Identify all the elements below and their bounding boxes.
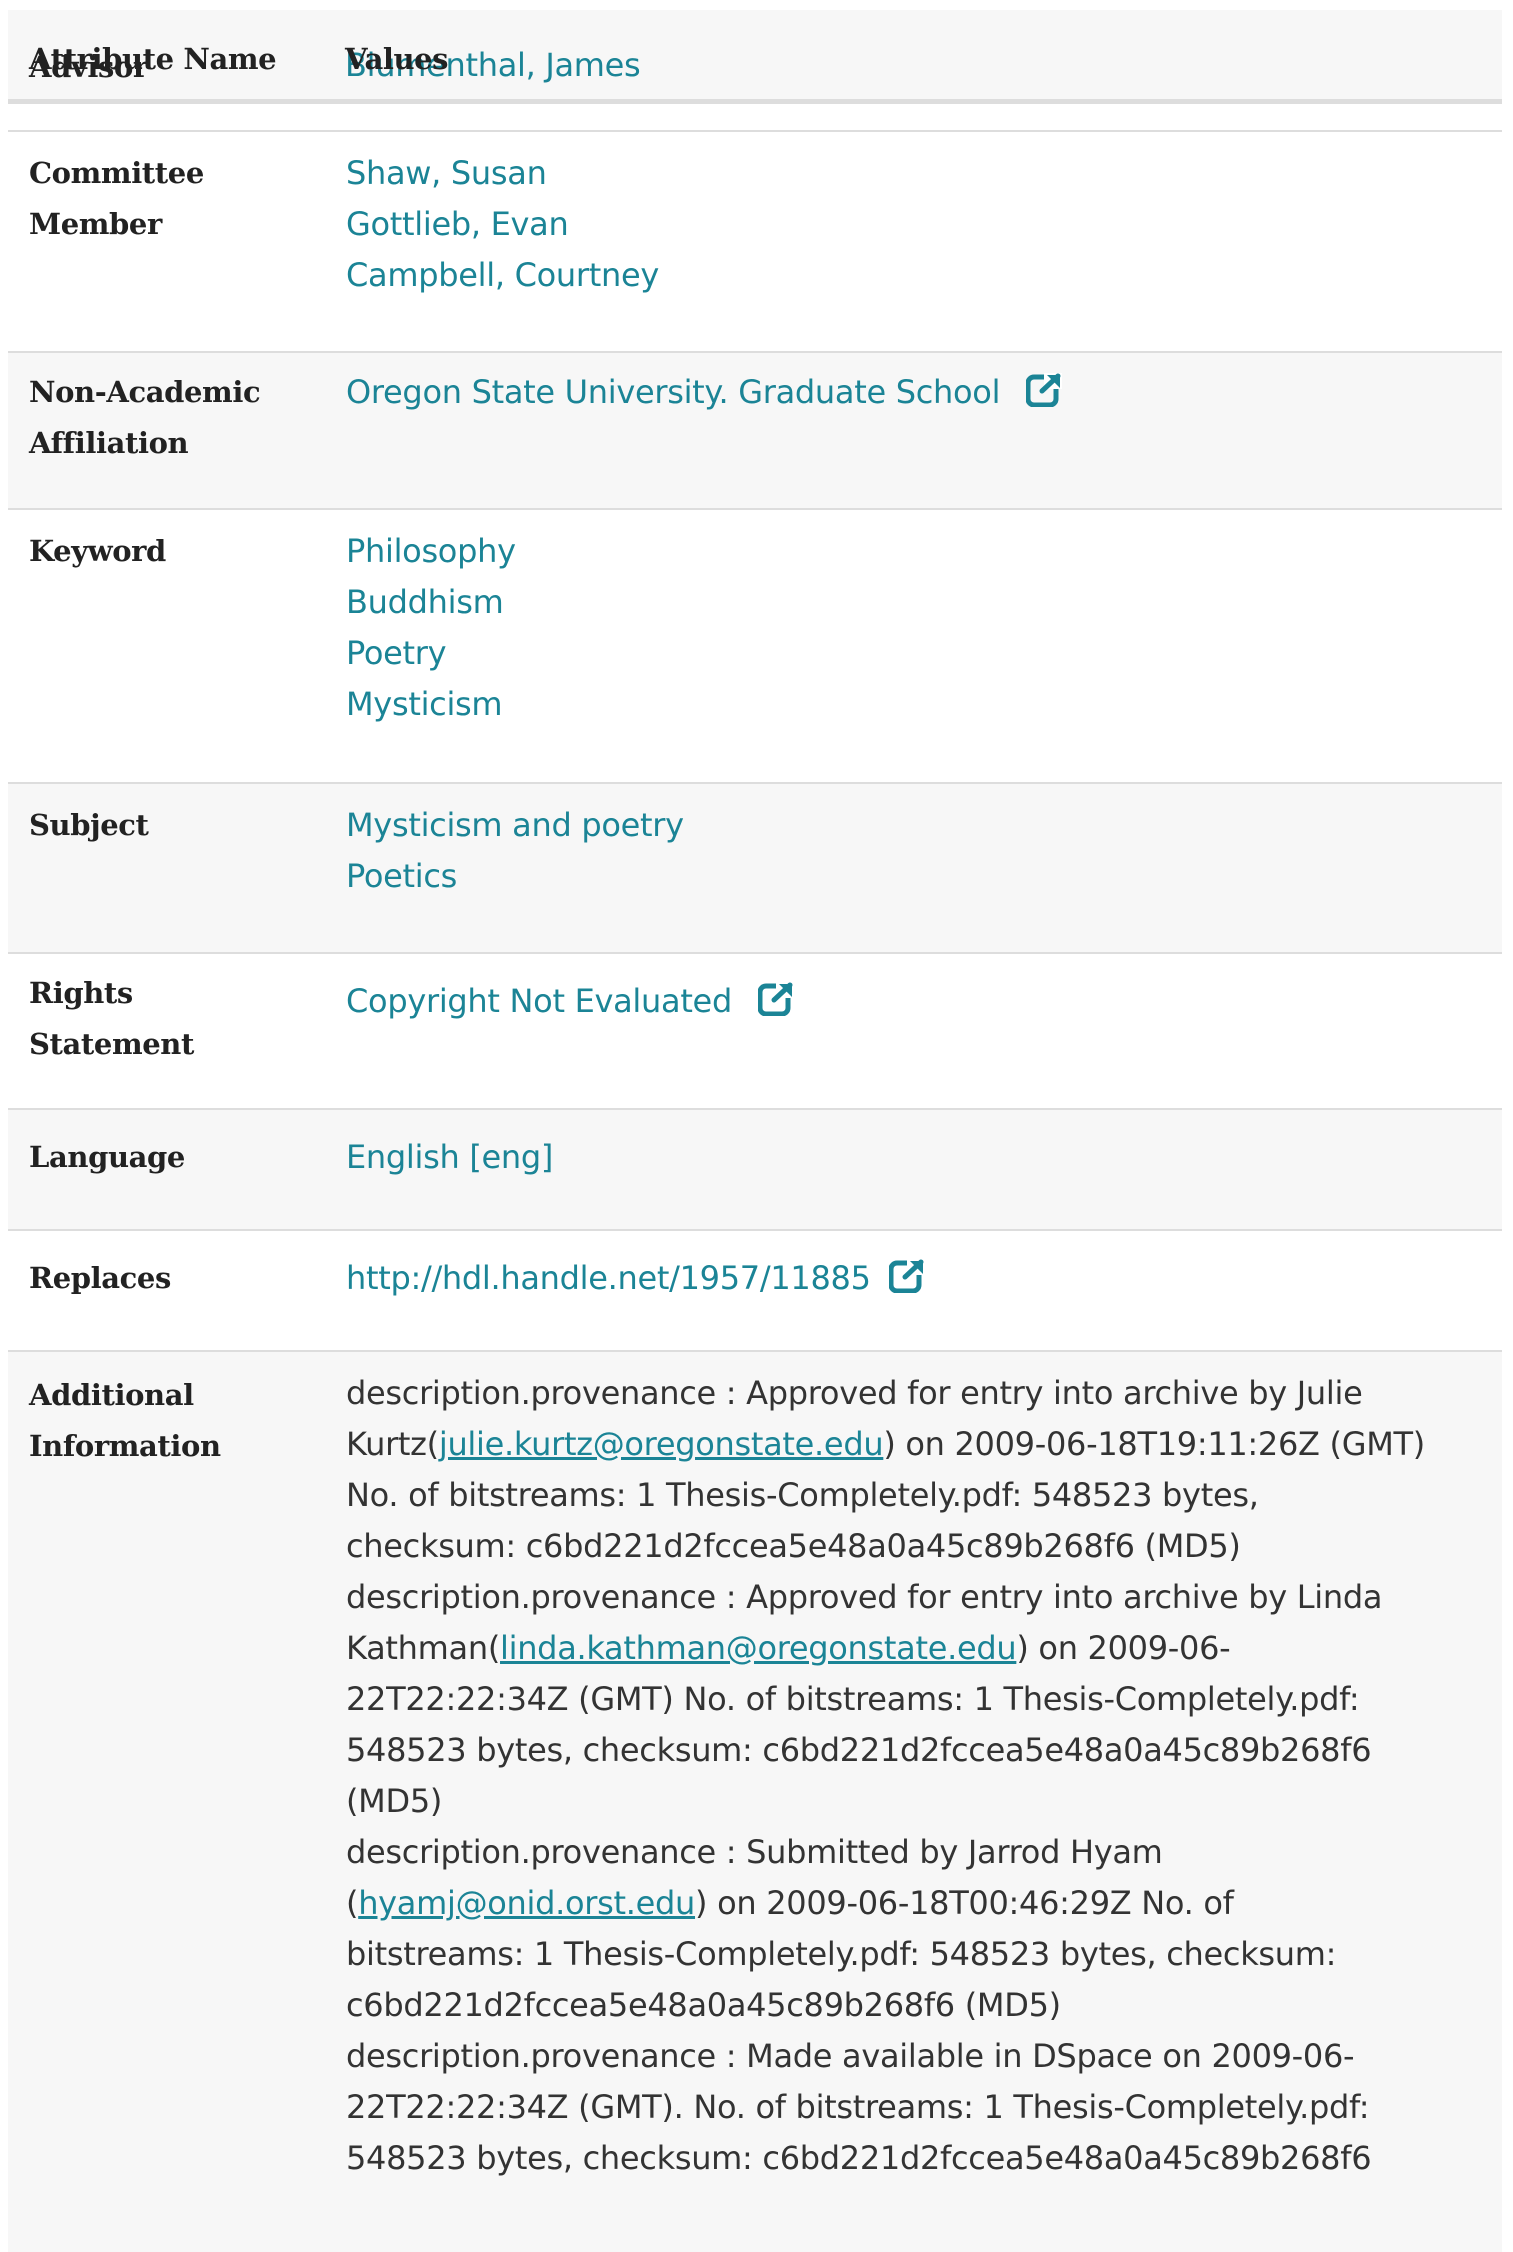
provenance-line: 548523 bytes, checksum: c6bd221d2fccea5e… bbox=[346, 1725, 1494, 1776]
rights-statement-values: Copyright Not Evaluated bbox=[346, 954, 1502, 1108]
label-line: Information bbox=[29, 1429, 221, 1463]
row-additional-information: Additional Information description.prove… bbox=[8, 1352, 1502, 2252]
rights-statement-label: Rights Statement bbox=[8, 954, 346, 1108]
provenance-text: ) on 2009-06-18T00:46:29Z No. of bbox=[695, 1884, 1234, 1922]
subject-label: Subject bbox=[29, 808, 149, 842]
additional-information-values: description.provenance : Approved for en… bbox=[346, 1352, 1502, 2252]
committee-member-link[interactable]: Gottlieb, Evan bbox=[346, 199, 1494, 250]
label-line: Statement bbox=[29, 1027, 194, 1061]
email-link[interactable]: hyamj@onid.orst.edu bbox=[358, 1884, 695, 1922]
provenance-text: 22T22:22:34Z (GMT). No. of bitstreams: 1… bbox=[346, 2088, 1370, 2126]
language-link[interactable]: English [eng] bbox=[346, 1138, 553, 1176]
row-subject: Subject Mysticism and poetry Poetics bbox=[8, 784, 1502, 954]
keyword-link[interactable]: Philosophy bbox=[346, 526, 1494, 577]
provenance-line: Kurtz(julie.kurtz@oregonstate.edu) on 20… bbox=[346, 1419, 1494, 1470]
provenance-text: (MD5) bbox=[346, 1782, 443, 1820]
provenance-text: No. of bitstreams: 1 Thesis-Completely.p… bbox=[346, 1476, 1259, 1514]
keyword-link[interactable]: Poetry bbox=[346, 628, 1494, 679]
provenance-line: 548523 bytes, checksum: c6bd221d2fccea5e… bbox=[346, 2133, 1494, 2184]
external-link-icon[interactable] bbox=[757, 982, 794, 1016]
committee-member-link[interactable]: Shaw, Susan bbox=[346, 148, 1494, 199]
provenance-line: checksum: c6bd221d2fccea5e48a0a45c89b268… bbox=[346, 1521, 1494, 1572]
row-rights-statement: Rights Statement Copyright Not Evaluated bbox=[8, 954, 1502, 1110]
provenance-line: (hyamj@onid.orst.edu) on 2009-06-18T00:4… bbox=[346, 1878, 1494, 1929]
provenance-text: ( bbox=[346, 1884, 359, 1922]
provenance-text: 22T22:22:34Z (GMT) No. of bitstreams: 1 … bbox=[346, 1680, 1360, 1718]
additional-information-label: Additional Information bbox=[8, 1352, 346, 2252]
non-academic-affiliation-values: Oregon State University. Graduate School bbox=[346, 353, 1502, 508]
provenance-line: 22T22:22:34Z (GMT) No. of bitstreams: 1 … bbox=[346, 1674, 1494, 1725]
provenance-text: 548523 bytes, checksum: c6bd221d2fccea5e… bbox=[346, 1731, 1372, 1769]
row-language: Language English [eng] bbox=[8, 1110, 1502, 1231]
label-line: Committee bbox=[29, 156, 204, 190]
subject-link[interactable]: Mysticism and poetry bbox=[346, 800, 1494, 851]
committee-member-label: Committee Member bbox=[8, 132, 346, 351]
replaces-link[interactable]: http://hdl.handle.net/1957/11885 bbox=[346, 1259, 871, 1297]
label-line: Member bbox=[29, 207, 162, 241]
provenance-line: 22T22:22:34Z (GMT). No. of bitstreams: 1… bbox=[346, 2082, 1494, 2133]
subject-values: Mysticism and poetry Poetics bbox=[346, 784, 1502, 952]
metadata-table: Committee Member Shaw, Susan Gottlieb, E… bbox=[8, 10, 1502, 2252]
committee-member-values: Shaw, Susan Gottlieb, Evan Campbell, Cou… bbox=[346, 132, 1502, 351]
provenance-text: description.provenance : Made available … bbox=[346, 2037, 1355, 2075]
provenance-line: (MD5) bbox=[346, 1776, 1494, 1827]
provenance-text: ) on 2009-06-18T19:11:26Z (GMT) bbox=[883, 1425, 1425, 1463]
non-academic-affiliation-label: Non-Academic Affiliation bbox=[8, 353, 346, 508]
row-committee-member: Committee Member Shaw, Susan Gottlieb, E… bbox=[8, 132, 1502, 353]
provenance-text: checksum: c6bd221d2fccea5e48a0a45c89b268… bbox=[346, 1527, 1241, 1565]
provenance-line: description.provenance : Approved for en… bbox=[346, 1368, 1494, 1419]
provenance-text: 548523 bytes, checksum: c6bd221d2fccea5e… bbox=[346, 2139, 1372, 2177]
provenance-text: ) on 2009-06- bbox=[1016, 1629, 1231, 1667]
language-label: Language bbox=[29, 1140, 185, 1174]
row-non-academic-affiliation: Non-Academic Affiliation Oregon State Un… bbox=[8, 353, 1502, 510]
provenance-text: Kathman( bbox=[346, 1629, 501, 1667]
email-link[interactable]: julie.kurtz@oregonstate.edu bbox=[439, 1425, 884, 1463]
replaces-values: http://hdl.handle.net/1957/11885 bbox=[346, 1231, 1502, 1350]
email-link[interactable]: linda.kathman@oregonstate.edu bbox=[500, 1629, 1017, 1667]
provenance-text: description.provenance : Submitted by Ja… bbox=[346, 1833, 1163, 1871]
subject-link[interactable]: Poetics bbox=[346, 851, 1494, 902]
provenance-text: bitstreams: 1 Thesis-Completely.pdf: 548… bbox=[346, 1935, 1337, 1973]
provenance-text: description.provenance : Approved for en… bbox=[346, 1374, 1363, 1412]
keyword-values: Philosophy Buddhism Poetry Mysticism bbox=[346, 510, 1502, 782]
label-line: Additional bbox=[29, 1378, 194, 1412]
provenance-line: Kathman(linda.kathman@oregonstate.edu) o… bbox=[346, 1623, 1494, 1674]
provenance-line: c6bd221d2fccea5e48a0a45c89b268f6 (MD5) bbox=[346, 1980, 1494, 2031]
provenance-line: description.provenance : Submitted by Ja… bbox=[346, 1827, 1494, 1878]
keyword-label: Keyword bbox=[29, 534, 166, 568]
keyword-link[interactable]: Buddhism bbox=[346, 577, 1494, 628]
affiliation-link[interactable]: Oregon State University. Graduate School bbox=[346, 373, 1000, 411]
row-replaces: Replaces http://hdl.handle.net/1957/1188… bbox=[8, 1231, 1502, 1352]
provenance-text: description.provenance : Approved for en… bbox=[346, 1578, 1383, 1616]
label-line: Non-Academic bbox=[29, 375, 261, 409]
row-keyword: Keyword Philosophy Buddhism Poetry Mysti… bbox=[8, 510, 1502, 784]
provenance-text: Kurtz( bbox=[346, 1425, 439, 1463]
provenance-line: description.provenance : Made available … bbox=[346, 2031, 1494, 2082]
provenance-line: bitstreams: 1 Thesis-Completely.pdf: 548… bbox=[346, 1929, 1494, 1980]
external-link-icon[interactable] bbox=[1026, 373, 1063, 407]
external-link-icon[interactable] bbox=[888, 1259, 925, 1293]
keyword-link[interactable]: Mysticism bbox=[346, 679, 1494, 730]
label-line: Affiliation bbox=[29, 426, 189, 460]
header-divider bbox=[8, 102, 1502, 132]
replaces-label: Replaces bbox=[29, 1261, 171, 1295]
label-line: Rights bbox=[29, 976, 133, 1010]
language-values: English [eng] bbox=[346, 1110, 1502, 1229]
rights-statement-link[interactable]: Copyright Not Evaluated bbox=[346, 982, 732, 1020]
provenance-text: c6bd221d2fccea5e48a0a45c89b268f6 (MD5) bbox=[346, 1986, 1061, 2024]
committee-member-link[interactable]: Campbell, Courtney bbox=[346, 250, 1494, 301]
provenance-line: No. of bitstreams: 1 Thesis-Completely.p… bbox=[346, 1470, 1494, 1521]
provenance-line: description.provenance : Approved for en… bbox=[346, 1572, 1494, 1623]
